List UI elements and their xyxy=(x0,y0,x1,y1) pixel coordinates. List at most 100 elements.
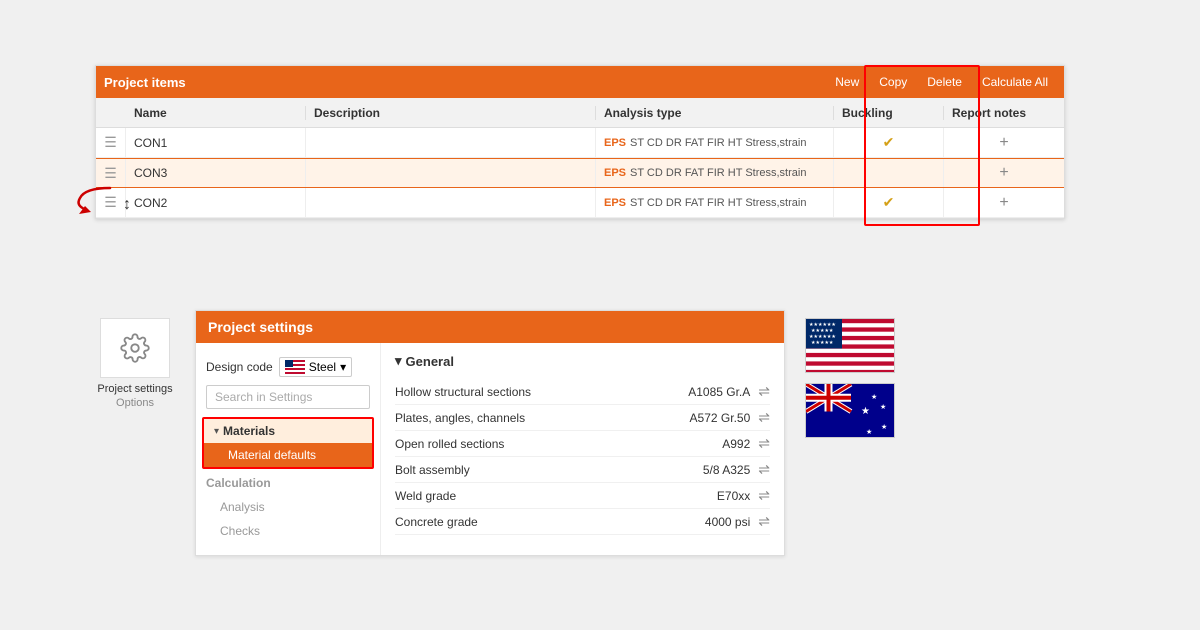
material-defaults-item[interactable]: Material defaults xyxy=(204,443,372,467)
settings-panel: Project settings Design code Steel ▾ Sea… xyxy=(195,310,785,556)
project-items-section: Project items New Copy Delete Calculate … xyxy=(95,65,1065,219)
analysis-item[interactable]: Analysis xyxy=(196,495,380,519)
row-value: A572 Gr.50 ⇌ xyxy=(690,409,770,426)
settings-panel-title: Project settings xyxy=(196,311,784,343)
project-items-table: Project items New Copy Delete Calculate … xyxy=(95,65,1065,219)
design-code-row: Design code Steel ▾ xyxy=(196,353,380,385)
table-actions: New Copy Delete Calculate All xyxy=(827,73,1056,91)
svg-text:★: ★ xyxy=(880,403,886,411)
bottom-section: Project settings Options Project setting… xyxy=(95,310,1065,556)
general-section-title: ▾ General xyxy=(395,353,770,369)
new-button[interactable]: New xyxy=(827,73,867,91)
general-row: Bolt assembly 5/8 A325 ⇌ xyxy=(395,457,770,483)
general-row: Hollow structural sections A1085 Gr.A ⇌ xyxy=(395,379,770,405)
chevron-icon: ▾ xyxy=(214,426,219,437)
row-label: Bolt assembly xyxy=(395,463,470,477)
settings-main: ▾ General Hollow structural sections A10… xyxy=(381,343,784,555)
transfer-icon[interactable]: ⇌ xyxy=(758,461,770,478)
row-value: 4000 psi ⇌ xyxy=(705,513,770,530)
table-row[interactable]: ☰ CON2 EPS ST CD DR FAT FIR HT Stress,st… xyxy=(96,188,1064,218)
calculate-all-button[interactable]: Calculate All xyxy=(974,73,1056,91)
row-label: Open rolled sections xyxy=(395,437,504,451)
row-analysis: EPS ST CD DR FAT FIR HT Stress,strain xyxy=(596,128,834,157)
materials-group[interactable]: ▾ Materials xyxy=(204,419,372,443)
usa-flag-svg: ★★★★★★ ★★★★★ ★★★★★★ ★★★★★ xyxy=(806,319,895,373)
checkmark-icon: ✔ xyxy=(883,134,895,151)
row-buckling: ✔ xyxy=(834,188,944,217)
row-analysis: EPS ST CD DR FAT FIR HT Stress,strain xyxy=(596,159,834,187)
row-analysis: EPS ST CD DR FAT FIR HT Stress,strain xyxy=(596,188,834,217)
general-row: Concrete grade 4000 psi ⇌ xyxy=(395,509,770,535)
table-row[interactable]: ☰ CON1 EPS ST CD DR FAT FIR HT Stress,st… xyxy=(96,128,1064,158)
design-code-select[interactable]: Steel ▾ xyxy=(279,357,352,377)
row-value: E70xx ⇌ xyxy=(717,487,770,504)
col-report: Report notes xyxy=(944,106,1064,120)
search-settings-input[interactable]: Search in Settings xyxy=(206,385,370,409)
flags-section: ★★★★★★ ★★★★★ ★★★★★★ ★★★★★ xyxy=(805,318,895,438)
icon-label: Project settings Options xyxy=(95,382,175,411)
row-report[interactable]: + xyxy=(944,188,1064,217)
add-report-icon[interactable]: + xyxy=(999,134,1008,152)
row-name: CON2 xyxy=(126,188,306,217)
transfer-icon[interactable]: ⇌ xyxy=(758,435,770,452)
transfer-icon[interactable]: ⇌ xyxy=(758,383,770,400)
design-code-value: Steel xyxy=(309,360,336,374)
chevron-icon: ▾ xyxy=(395,353,402,369)
row-description xyxy=(306,128,596,157)
calculation-section: Calculation Analysis Checks xyxy=(196,469,380,545)
general-row: Weld grade E70xx ⇌ xyxy=(395,483,770,509)
svg-text:★: ★ xyxy=(871,393,877,401)
materials-red-box: ▾ Materials Material defaults xyxy=(202,417,374,469)
svg-text:★: ★ xyxy=(866,428,872,436)
copy-button[interactable]: Copy xyxy=(871,73,915,91)
checkmark-icon: ✔ xyxy=(883,194,895,211)
row-label: Plates, angles, channels xyxy=(395,411,525,425)
materials-label: Materials xyxy=(223,424,275,438)
col-description: Description xyxy=(306,106,596,120)
row-label: Weld grade xyxy=(395,489,456,503)
settings-content: Design code Steel ▾ Search in Settings ▾… xyxy=(196,343,784,555)
table-row[interactable]: ☰ CON3 EPS ST CD DR FAT FIR HT Stress,st… xyxy=(96,158,1064,188)
column-headers: Name Description Analysis type Buckling … xyxy=(96,98,1064,128)
calculation-label: Calculation xyxy=(206,476,271,490)
project-settings-icon-box[interactable]: Project settings Options xyxy=(95,318,175,411)
svg-text:★★★★★: ★★★★★ xyxy=(811,340,834,346)
drag-handle[interactable]: ☰ xyxy=(96,159,126,187)
svg-text:★: ★ xyxy=(881,423,887,431)
transfer-icon[interactable]: ⇌ xyxy=(758,487,770,504)
table-header: Project items New Copy Delete Calculate … xyxy=(96,66,1064,98)
row-buckling xyxy=(834,159,944,187)
gear-icon xyxy=(120,333,150,363)
row-value: A992 ⇌ xyxy=(722,435,770,452)
calculation-group[interactable]: Calculation xyxy=(196,471,380,495)
svg-text:★: ★ xyxy=(861,406,870,417)
flag-us-icon xyxy=(285,360,305,374)
row-label: Concrete grade xyxy=(395,515,478,529)
col-name: Name xyxy=(126,106,306,120)
row-value: 5/8 A325 ⇌ xyxy=(703,461,770,478)
drag-handle[interactable]: ☰ xyxy=(96,128,126,157)
usa-flag: ★★★★★★ ★★★★★ ★★★★★★ ★★★★★ xyxy=(805,318,895,373)
table-title: Project items xyxy=(104,75,827,90)
drag-handle[interactable]: ☰ xyxy=(96,188,126,217)
settings-sidebar: Design code Steel ▾ Search in Settings ▾… xyxy=(196,343,381,555)
col-analysis: Analysis type xyxy=(596,106,834,120)
row-report[interactable]: + xyxy=(944,128,1064,157)
row-buckling: ✔ xyxy=(834,128,944,157)
row-name: CON1 xyxy=(126,128,306,157)
add-report-icon[interactable]: + xyxy=(999,194,1008,212)
col-buckling: Buckling xyxy=(834,106,944,120)
transfer-icon[interactable]: ⇌ xyxy=(758,513,770,530)
checks-item[interactable]: Checks xyxy=(196,519,380,543)
delete-button[interactable]: Delete xyxy=(919,73,970,91)
row-report[interactable]: + xyxy=(944,159,1064,187)
transfer-icon[interactable]: ⇌ xyxy=(758,409,770,426)
chevron-down-icon: ▾ xyxy=(340,360,346,374)
australia-flag-svg: ★ ★ ★ ★ ★ xyxy=(806,384,895,438)
row-name: CON3 xyxy=(126,159,306,187)
row-description xyxy=(306,188,596,217)
design-code-label: Design code xyxy=(206,360,273,374)
general-row: Plates, angles, channels A572 Gr.50 ⇌ xyxy=(395,405,770,431)
add-report-icon[interactable]: + xyxy=(999,164,1008,182)
general-row: Open rolled sections A992 ⇌ xyxy=(395,431,770,457)
